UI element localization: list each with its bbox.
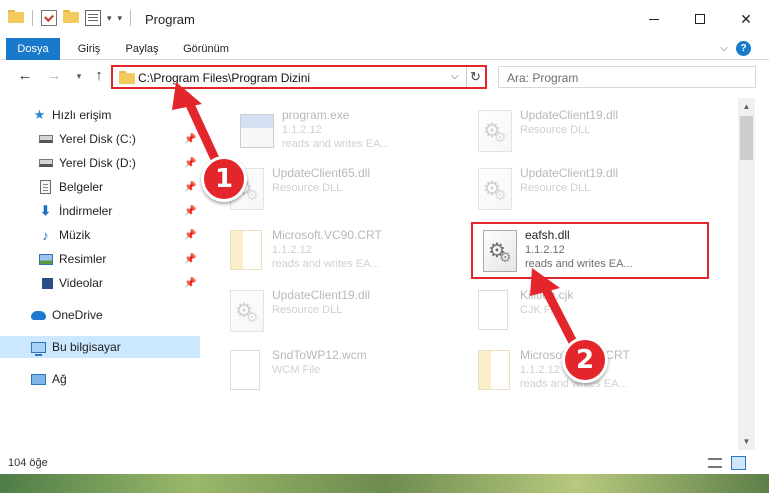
step-1-badge: 1: [201, 156, 247, 202]
annotation-arrows: [172, 82, 583, 357]
step-2-badge: 2: [562, 337, 608, 383]
file-explorer-window: ▾ ▾ Program ✕ Dosya Giriş Paylaş Görünüm…: [0, 0, 769, 493]
arrow-2-head: [530, 268, 560, 296]
arrow-1-head: [172, 82, 202, 110]
